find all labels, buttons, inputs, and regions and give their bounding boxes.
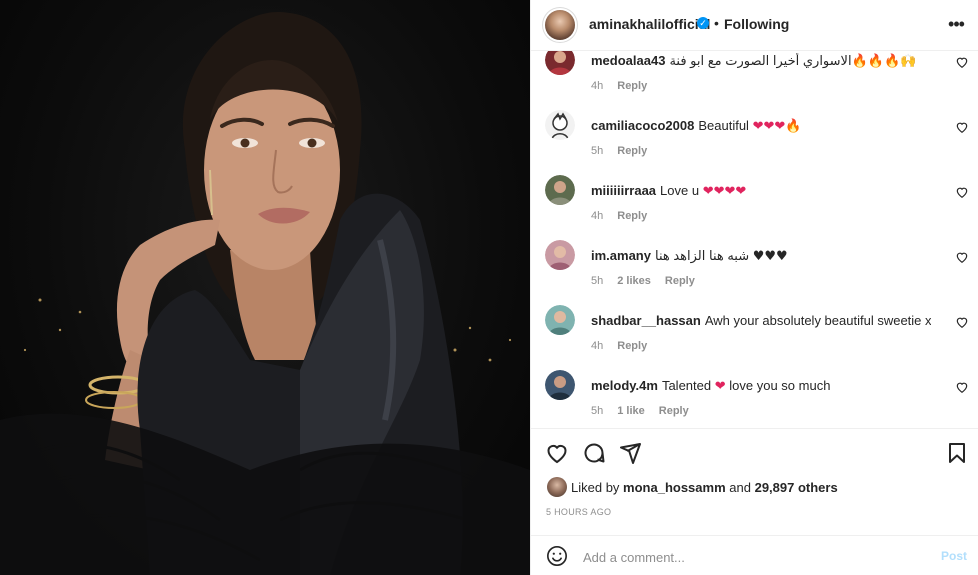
comment-time[interactable]: 5h	[591, 405, 603, 417]
comment-item: im.amany شبه هنا الزاهد هنا ♥♥♥ 5h 2 likes…	[531, 240, 978, 305]
comment-input[interactable]	[581, 546, 925, 568]
comment-like-heart-icon[interactable]	[955, 315, 969, 329]
header-separator: •	[714, 15, 719, 31]
post-detail-panel: aminakhalilofficial ✓ • Following ••• me…	[530, 0, 978, 575]
comment-item: melody.4m Talented ❤ love you so much 5h 1…	[531, 370, 978, 427]
comment-like-heart-icon[interactable]	[955, 185, 969, 199]
comment-avatar[interactable]	[545, 175, 575, 205]
likes-summary: Liked by mona_hossamm and 29,897 others	[531, 474, 978, 502]
comment-text-continued: love you so much	[729, 378, 831, 393]
comment-time[interactable]: 5h	[591, 275, 603, 287]
reply-button[interactable]: Reply	[617, 80, 647, 92]
liker-avatar[interactable]	[547, 477, 567, 497]
comment-username[interactable]: medoalaa43	[591, 53, 665, 68]
reply-button[interactable]: Reply	[665, 275, 695, 287]
comment-username[interactable]: miiiiiirraaa	[591, 183, 656, 198]
heart-icon[interactable]	[545, 441, 569, 465]
reply-button[interactable]: Reply	[659, 405, 689, 417]
liker-username[interactable]: mona_hossamm	[623, 480, 726, 495]
comment-likes-count[interactable]: 1 like	[617, 405, 645, 417]
comment-avatar[interactable]	[545, 110, 575, 140]
comment-emojis: ♥♥♥	[752, 249, 788, 264]
post-action-bar	[531, 428, 978, 474]
comment-item: camiliacoco2008 Beautiful ❤❤❤🔥 5h Reply	[531, 110, 978, 175]
comment-item: medoalaa43 الاسواري أخيرا الصورت مع ابو ف…	[531, 51, 978, 110]
portrait-illustration	[0, 11, 530, 575]
comment-time[interactable]: 5h	[591, 145, 603, 157]
comment-time[interactable]: 4h	[591, 340, 603, 352]
comment-avatar[interactable]	[545, 370, 575, 400]
comment-username[interactable]: im.amany	[591, 248, 651, 263]
comment-avatar[interactable]	[545, 305, 575, 335]
post-timestamp[interactable]: 5 HOURS AGO	[546, 507, 611, 517]
following-button[interactable]: Following	[724, 16, 789, 32]
comments-list[interactable]: medoalaa43 الاسواري أخيرا الصورت مع ابو ف…	[531, 51, 978, 427]
add-comment-bar: Post	[531, 535, 978, 575]
more-options-icon[interactable]: •••	[945, 13, 967, 35]
comment-item: shadbar__hassan Awh your absolutely beaut…	[531, 305, 978, 370]
liked-by-and: and	[729, 480, 751, 495]
comment-username[interactable]: shadbar__hassan	[591, 313, 701, 328]
comment-like-heart-icon[interactable]	[955, 55, 969, 69]
reply-button[interactable]: Reply	[617, 145, 647, 157]
verified-badge-icon: ✓	[697, 17, 709, 29]
comment-username[interactable]: melody.4m	[591, 378, 658, 393]
comment-icon[interactable]	[582, 441, 606, 465]
comment-text: Beautiful	[698, 118, 749, 133]
smiley-icon[interactable]	[546, 545, 568, 567]
comment-avatar[interactable]	[545, 51, 575, 75]
comment-text: Awh your absolutely beautiful sweetie x	[704, 313, 931, 328]
liked-by-prefix: Liked by	[571, 480, 620, 495]
author-avatar[interactable]	[545, 10, 575, 40]
comment-avatar[interactable]	[545, 240, 575, 270]
comment-emojis: ❤❤❤❤	[702, 184, 747, 199]
reply-button[interactable]: Reply	[617, 210, 647, 222]
likes-count-link[interactable]: 29,897 others	[755, 480, 838, 495]
post-comment-button[interactable]: Post	[941, 549, 967, 563]
author-username[interactable]: aminakhalilofficial	[589, 16, 710, 32]
bookmark-icon[interactable]	[945, 441, 969, 465]
post-header: aminakhalilofficial ✓ • Following •••	[531, 0, 978, 51]
paper-plane-icon[interactable]	[618, 441, 642, 465]
comment-like-heart-icon[interactable]	[955, 380, 969, 394]
post-photo[interactable]	[0, 0, 530, 575]
comment-time[interactable]: 4h	[591, 210, 603, 222]
comment-emojis: ❤	[714, 379, 726, 394]
comment-likes-count[interactable]: 2 likes	[617, 275, 651, 287]
comment-username[interactable]: camiliacoco2008	[591, 118, 694, 133]
comment-like-heart-icon[interactable]	[955, 120, 969, 134]
comment-like-heart-icon[interactable]	[955, 250, 969, 264]
comment-emojis: ❤❤❤🔥	[752, 119, 802, 134]
comment-text: شبه هنا الزاهد هنا	[654, 248, 750, 263]
comment-time[interactable]: 4h	[591, 80, 603, 92]
comment-text: الاسواري أخيرا الصورت مع ابو فنة	[669, 53, 852, 68]
comment-emojis: 🔥🔥🔥🙌	[851, 54, 917, 69]
reply-button[interactable]: Reply	[617, 340, 647, 352]
comment-text: Love u	[660, 183, 700, 198]
comment-item: miiiiiirraaa Love u ❤❤❤❤ 4h Reply	[531, 175, 978, 240]
comment-text: Talented	[661, 378, 712, 393]
